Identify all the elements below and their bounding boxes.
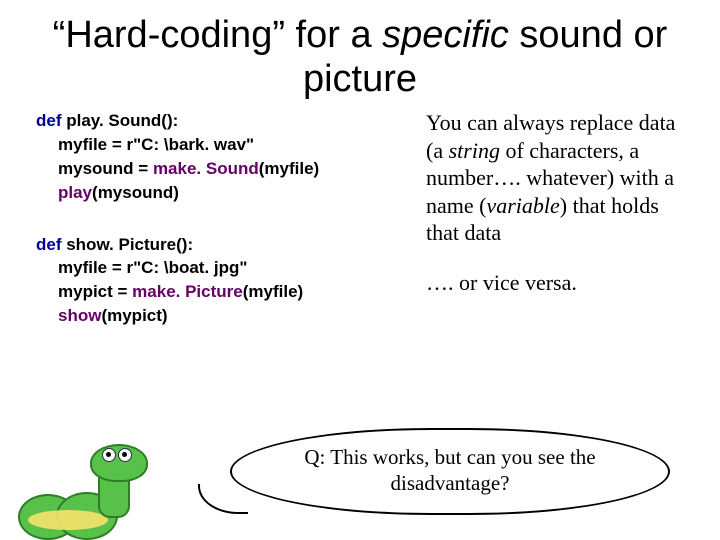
slide-title: “Hard-coding” for a specific sound or pi… [0, 0, 720, 101]
code-line: show(mypict) [58, 304, 406, 328]
slide: “Hard-coding” for a specific sound or pi… [0, 0, 720, 540]
code-text: (mypict) [101, 306, 167, 325]
code-text: (myfile) [243, 282, 303, 301]
fn-name: show. Picture(): [62, 235, 194, 254]
code-text: (myfile) [259, 159, 319, 178]
text-column: You can always replace data (a string of… [426, 109, 690, 355]
code-line: myfile = r"C: \bark. wav" [58, 133, 406, 157]
italic-text: variable [486, 193, 559, 218]
title-italic: specific [382, 14, 509, 56]
code-text: mysound = [58, 159, 153, 178]
code-line: myfile = r"C: \boat. jpg" [58, 256, 406, 280]
italic-text: string [449, 138, 500, 163]
snake-mascot-icon [18, 448, 168, 540]
speech-bubble-text: Q: This works, but can you see the disad… [230, 428, 670, 515]
keyword-def: def [36, 111, 62, 130]
code-line: play(mysound) [58, 181, 406, 205]
title-text-1: “Hard-coding” for a [53, 14, 382, 56]
code-block-1: def play. Sound(): myfile = r"C: \bark. … [36, 109, 406, 204]
code-line: mypict = make. Picture(myfile) [58, 280, 406, 304]
code-line: mysound = make. Sound(myfile) [58, 157, 406, 181]
content-columns: def play. Sound(): myfile = r"C: \bark. … [0, 101, 720, 355]
fn-call: make. Sound [153, 159, 259, 178]
code-column: def play. Sound(): myfile = r"C: \bark. … [36, 109, 406, 355]
speech-bubble: Q: This works, but can you see the disad… [230, 428, 670, 515]
code-block-2: def show. Picture(): myfile = r"C: \boat… [36, 233, 406, 328]
code-text: mypict = [58, 282, 132, 301]
code-line: def play. Sound(): [36, 109, 406, 133]
fn-call: make. Picture [132, 282, 243, 301]
fn-call: show [58, 306, 101, 325]
paragraph-1: You can always replace data (a string of… [426, 109, 690, 247]
fn-name: play. Sound(): [62, 111, 179, 130]
code-line: def show. Picture(): [36, 233, 406, 257]
fn-call: play [58, 183, 92, 202]
keyword-def: def [36, 235, 62, 254]
code-text: (mysound) [92, 183, 179, 202]
paragraph-2: …. or vice versa. [426, 269, 690, 297]
